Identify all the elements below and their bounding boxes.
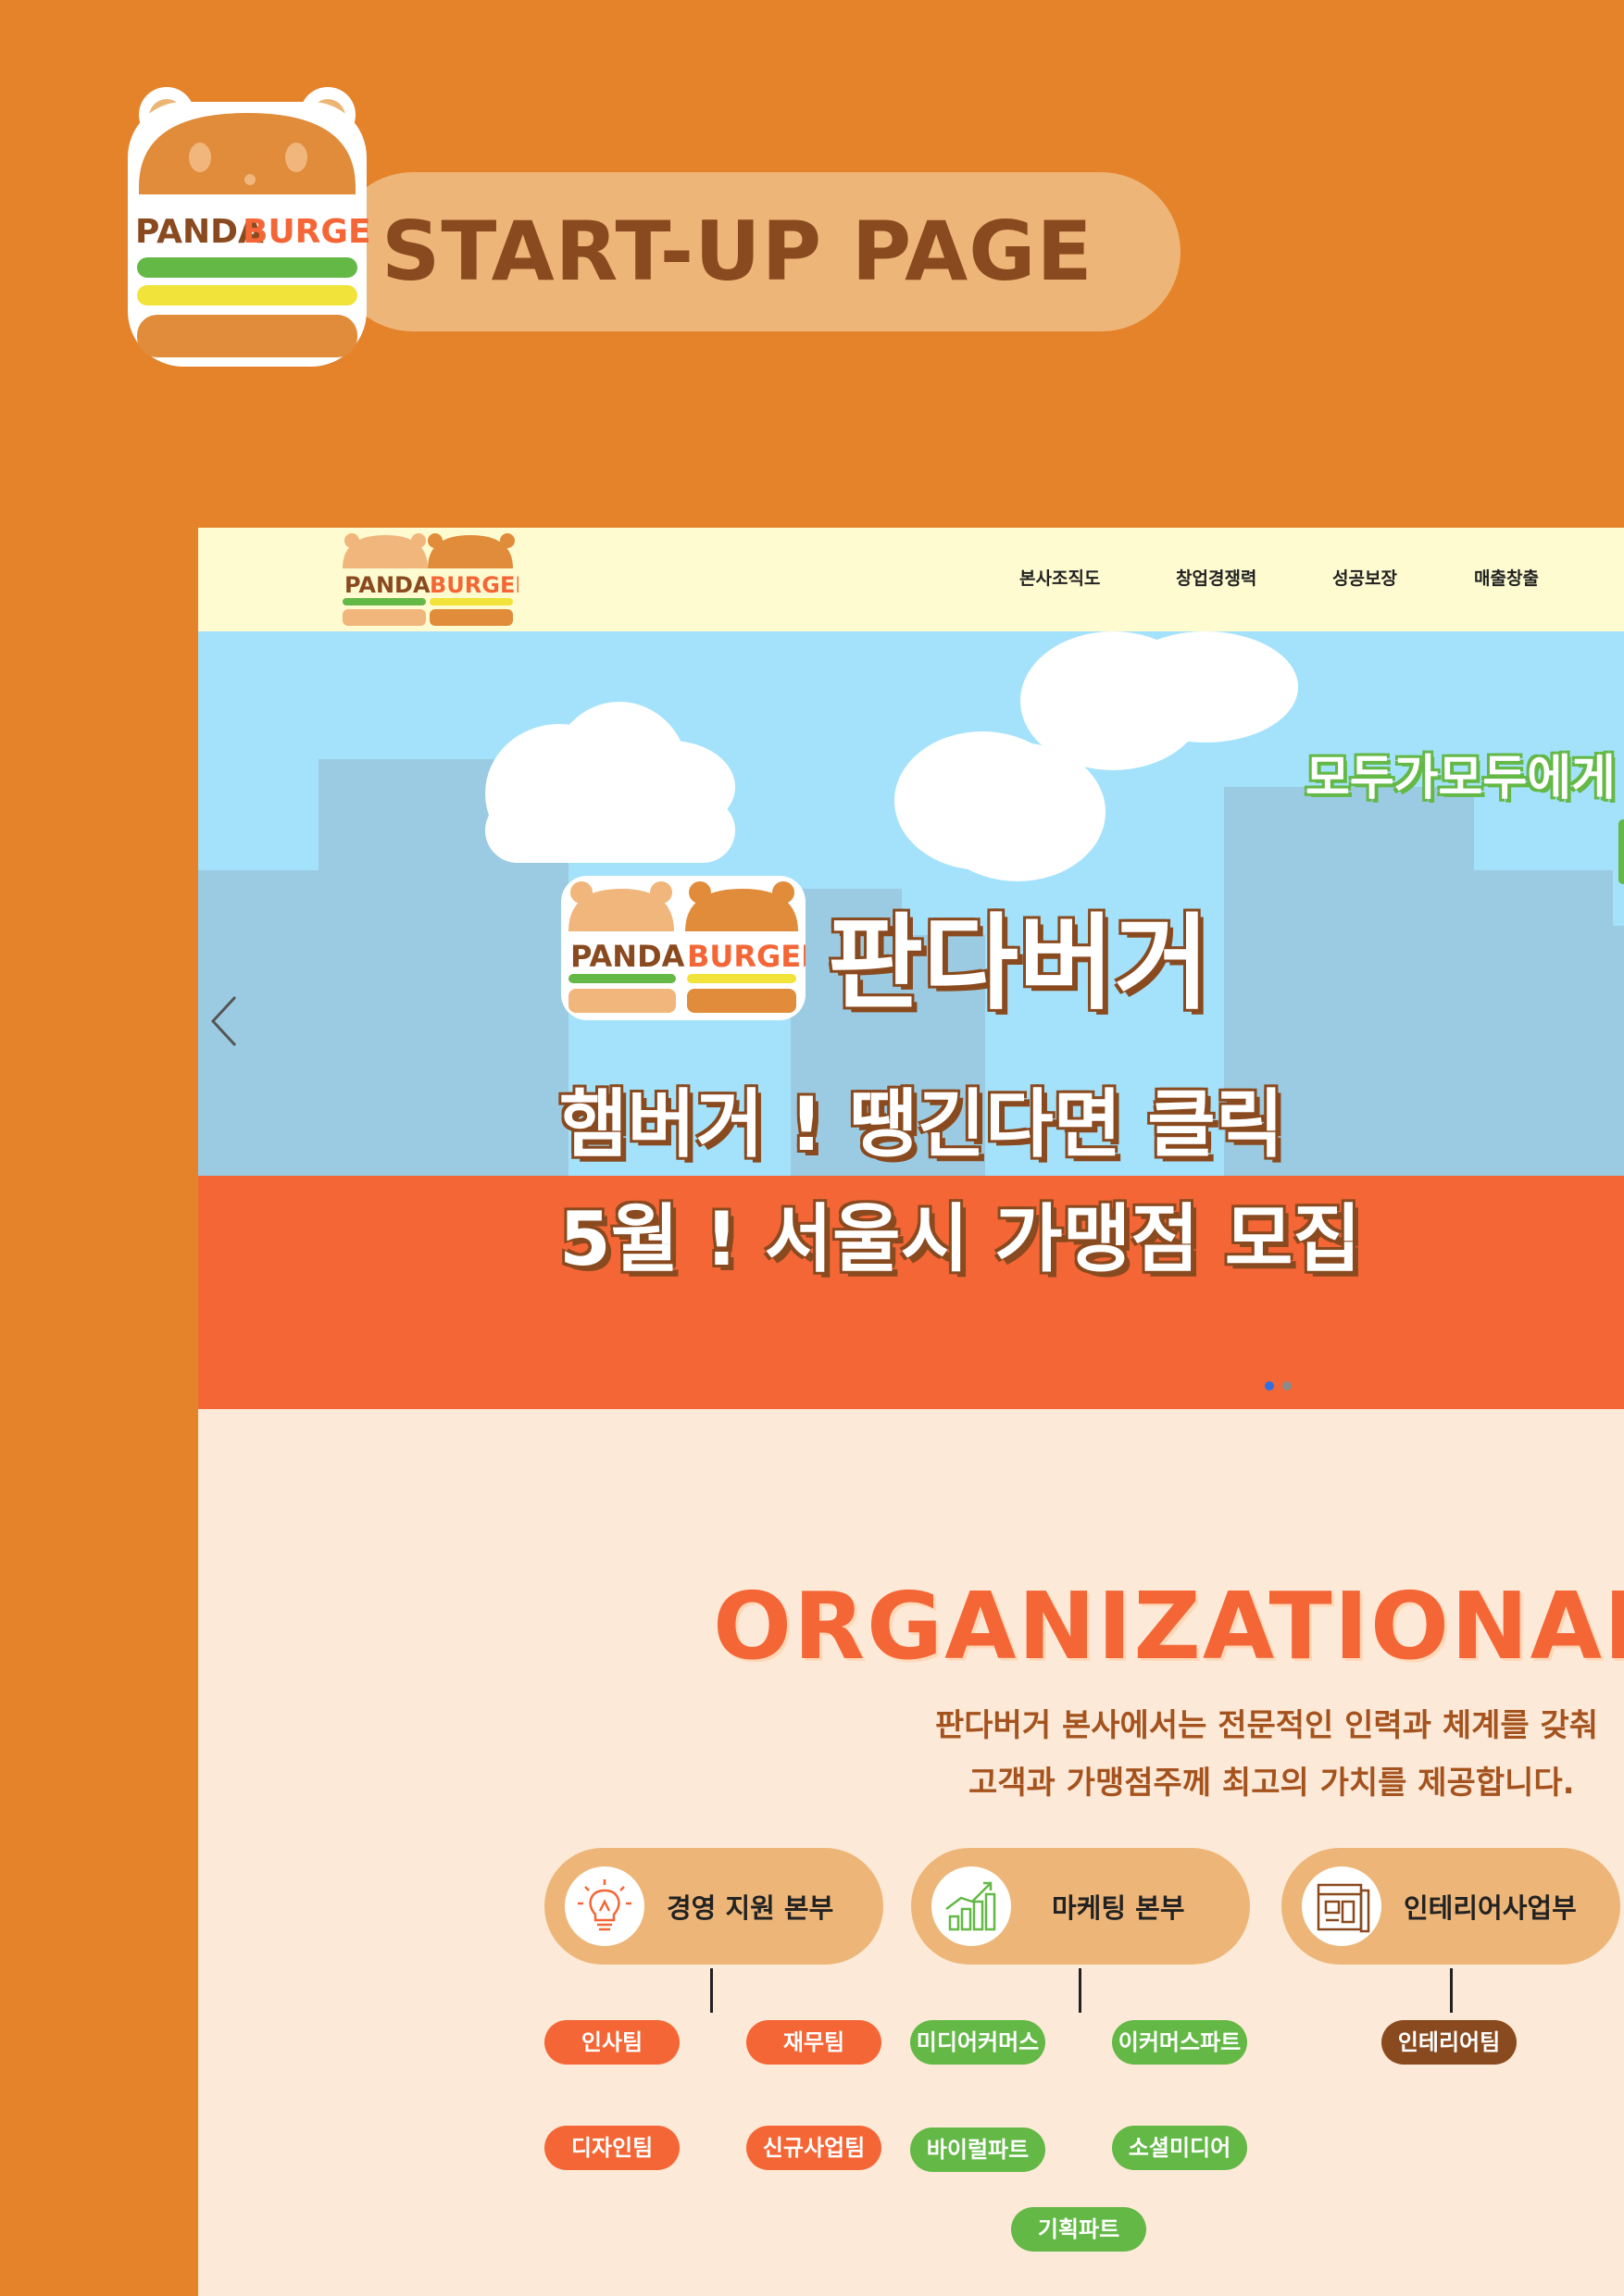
dept-label: 마케팅 본부 <box>1052 1892 1185 1924</box>
nav-item-success-guarantee[interactable]: 성공보장 <box>1332 565 1397 590</box>
nav-logo-text-burger: BURGER <box>430 572 518 598</box>
hero-brand-text: 판다버거 <box>828 904 1210 1024</box>
hero-side-text: 모두가모두에게 <box>1305 751 1616 806</box>
team-viral[interactable]: 바이럴파트 <box>910 2128 1045 2172</box>
hero-logo-text-panda: PANDA <box>570 939 685 974</box>
panda-burger-logo: PANDA BURGER <box>128 87 372 367</box>
org-description-2: 고객과 가맹점주께 최고의 가치를 제공합니다. <box>968 1765 1575 1802</box>
hero-headline-2: 5월 ! 서울시 가맹점 모집 <box>559 1196 1361 1282</box>
dept-label: 인테리어사업부 <box>1404 1892 1577 1924</box>
dept-management-support[interactable]: 경영 지원 본부 <box>544 1848 883 1965</box>
website-preview: PANDA BURGER 본사조직도 창업경쟁력 성공보장 매출창출 <box>198 528 1624 2296</box>
team-hr[interactable]: 인사팀 <box>544 2020 680 2065</box>
connector-line <box>1450 1968 1453 2013</box>
team-interior[interactable]: 인테리어팀 <box>1381 2020 1517 2065</box>
team-finance[interactable]: 재무팀 <box>746 2020 881 2065</box>
connector-line <box>710 1968 713 2013</box>
nav-item-competitiveness[interactable]: 창업경쟁력 <box>1176 565 1256 590</box>
carousel-dot[interactable] <box>1282 1381 1292 1391</box>
team-planning[interactable]: 기획파트 <box>1011 2207 1146 2252</box>
nav-item-sales[interactable]: 매출창출 <box>1474 565 1539 590</box>
hero-logo-text-burger: BURGER <box>687 939 806 974</box>
team-design[interactable]: 디자인팀 <box>544 2126 680 2170</box>
hero-headline-1[interactable]: 햄버거 ! 땡긴다면 클릭 <box>559 1065 1283 1172</box>
dept-marketing[interactable]: 마케팅 본부 <box>911 1848 1250 1965</box>
team-new-business[interactable]: 신규사업팀 <box>746 2126 881 2170</box>
team-social-media[interactable]: 소셜미디어 <box>1112 2126 1247 2170</box>
chart-growth-icon <box>931 1866 1011 1946</box>
logo-text-burger: BURGER <box>243 213 372 251</box>
blueprint-icon <box>1302 1866 1381 1946</box>
page-title: START-UP PAGE <box>381 204 1093 299</box>
hero-side-badge <box>1618 819 1624 884</box>
hero-logo: PANDA BURGER <box>561 876 806 1020</box>
nav-logo[interactable]: PANDA BURGER <box>343 530 518 630</box>
team-ecommerce[interactable]: 이커머스파트 <box>1112 2020 1247 2065</box>
dept-interior[interactable]: 인테리어사업부 <box>1281 1848 1620 1965</box>
org-description-1: 판다버거 본사에서는 전문적인 인력과 체계를 갖춰 <box>935 1707 1599 1744</box>
nav-item-org-chart[interactable]: 본사조직도 <box>1019 565 1100 590</box>
connector-line <box>1079 1968 1081 2013</box>
nav-logo-text-panda: PANDA <box>344 572 431 598</box>
team-media-commerce[interactable]: 미디어커머스 <box>910 2020 1045 2065</box>
dept-label: 경영 지원 본부 <box>667 1892 834 1924</box>
chevron-left-icon[interactable] <box>207 993 244 1049</box>
lightbulb-icon <box>565 1866 644 1946</box>
carousel-dot-active[interactable] <box>1265 1381 1274 1391</box>
org-section-title: ORGANIZATIONAL CH <box>713 1572 1624 1680</box>
